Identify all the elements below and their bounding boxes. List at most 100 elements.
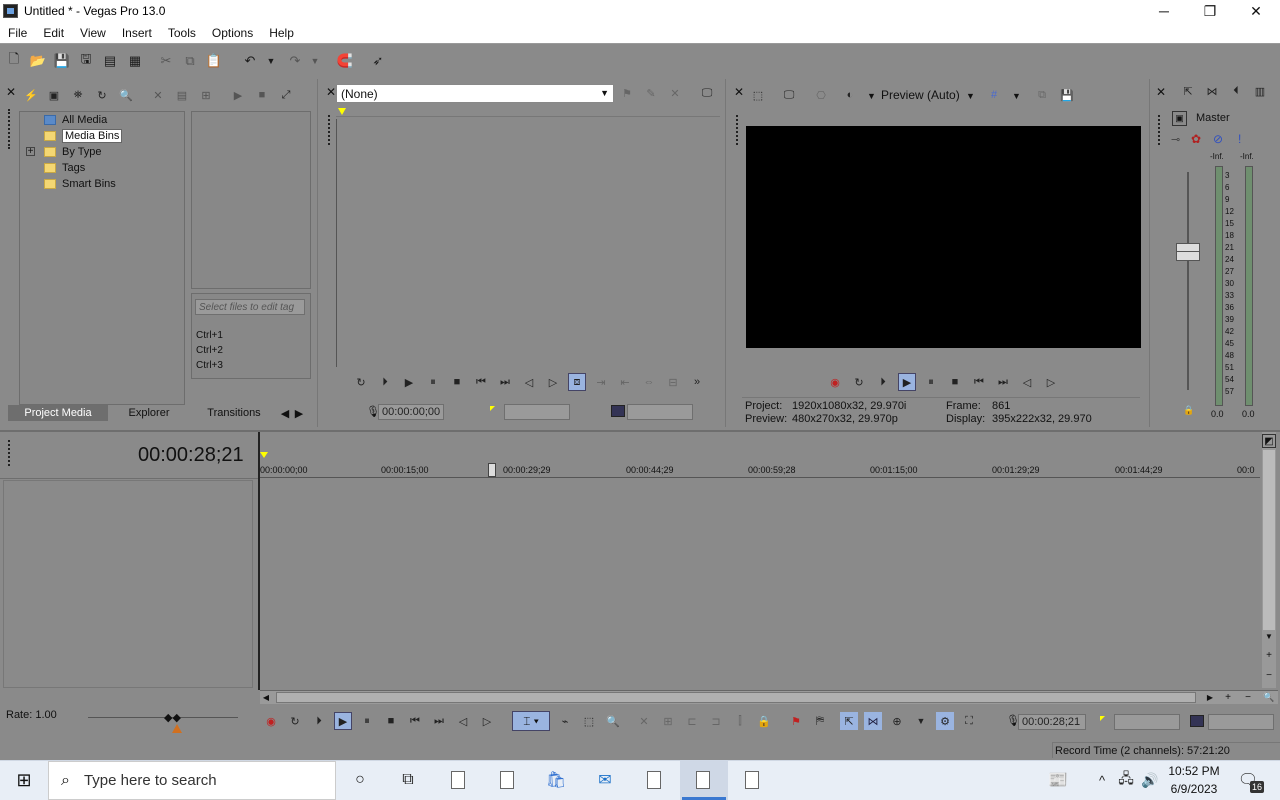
master-mute-icon[interactable]: ⊘ [1213,132,1223,146]
tab-transitions[interactable]: Transitions [190,405,278,421]
auto-ripple-icon[interactable]: ⊕ [888,712,906,730]
next-frame-icon[interactable]: ▷ [478,712,496,730]
insert-marker-icon[interactable]: ⚑ [787,712,805,730]
split-icon[interactable]: ⫿ [731,712,749,730]
scroll-right-icon[interactable]: ▶ [1204,691,1216,704]
go-to-end-icon[interactable]: ⏭ [994,373,1012,391]
playhead-handle[interactable] [488,463,496,477]
undo-dropdown-icon[interactable]: ▼ [262,52,280,70]
stop-icon[interactable]: ■ [382,712,400,730]
play-media-icon[interactable]: ▶ [229,86,247,104]
tree-item-smart-bins[interactable]: Smart Bins [44,176,116,192]
timeline-tracks-area[interactable] [260,479,1260,688]
show-hidden-icons-icon[interactable]: ^ [1090,768,1114,792]
marker-bar-icon[interactable]: ◩ [1262,434,1276,448]
tree-item-tags[interactable]: Tags [44,160,85,176]
envelope-tool-icon[interactable]: ⌁ [556,712,574,730]
scroll-left-icon[interactable]: ◀ [260,691,272,704]
more-icon[interactable]: » [688,373,706,391]
zoom-in-vertical-icon[interactable]: + [1262,650,1276,662]
record-icon[interactable]: ◉ [262,712,280,730]
task-view-icon[interactable]: ⧉ [396,768,420,792]
go-to-start-icon[interactable]: ⏮ [970,373,988,391]
previous-frame-icon[interactable]: ◁ [520,373,538,391]
dim-output-icon[interactable]: ⏴ [1227,82,1245,100]
close-master-icon[interactable]: ✕ [1156,85,1166,99]
selection-start-field[interactable] [1114,714,1180,730]
menu-insert[interactable]: Insert [114,26,160,40]
downmix-icon[interactable]: ⋈ [1203,82,1221,100]
split-screen-icon[interactable]: ◐ [841,86,859,104]
add-to-timeline-icon[interactable]: ⇥ [592,373,610,391]
chevron-down-icon[interactable]: ▼ [966,91,975,101]
tab-explorer[interactable]: Explorer [108,405,190,421]
track-list[interactable] [3,480,253,688]
cortana-icon[interactable]: ○ [348,768,372,792]
capture-video-icon[interactable]: ▣ [45,86,63,104]
play-from-start-icon[interactable]: ⏵ [310,712,328,730]
h-scroll-thumb[interactable] [276,692,1196,703]
windows-start-icon[interactable]: ⊞ [12,768,36,792]
fader-lock-icon[interactable]: 🔒 [1183,405,1194,416]
selection-length-field[interactable] [1208,714,1274,730]
preview-grip[interactable] [736,115,740,145]
remove-media-icon[interactable]: ✕ [149,86,167,104]
stop-icon[interactable]: ■ [448,373,466,391]
new-icon[interactable]: 🗋 [5,51,23,70]
redo-dropdown-icon[interactable]: ▼ [306,52,324,70]
trimmer-clear-icon[interactable]: ✕ [666,84,684,102]
media-properties-icon[interactable]: ▤ [173,86,191,104]
zoom-out-vertical-icon[interactable]: − [1262,670,1276,682]
stop-icon[interactable]: ■ [946,373,964,391]
overwrite-icon[interactable]: ⊟ [664,373,682,391]
master-fader-handle[interactable] [1176,243,1200,261]
rate-slider-track[interactable] [88,717,238,718]
refresh-icon[interactable]: ↻ [93,86,111,104]
copy-icon[interactable]: ⧉ [181,52,199,70]
save-icon[interactable]: 💾 [53,52,71,70]
in-point-field[interactable] [504,404,570,420]
copy-snapshot-icon[interactable]: ⧉ [1033,86,1051,104]
volume-icon[interactable]: 🔊 [1138,768,1162,792]
menu-tools[interactable]: Tools [160,26,204,40]
menu-view[interactable]: View [72,26,114,40]
render-icon[interactable]: ▤ [101,52,119,70]
media-list[interactable] [191,111,311,289]
tree-item-all-media[interactable]: All Media [44,112,107,128]
whats-this-help-icon[interactable]: ➶ [369,52,387,70]
enable-snapping-icon[interactable]: 🧲 [336,52,354,70]
auto-ripple-dropdown-icon[interactable]: ▼ [912,712,930,730]
close-button[interactable]: ✕ [1233,0,1279,22]
trimmer-fx-icon[interactable]: ⚑ [618,84,636,102]
taskbar-app-file-icon[interactable] [495,768,519,792]
trimmer-tool-icon[interactable]: ✎ [642,84,660,102]
add-before-cursor-icon[interactable]: ⇤ [616,373,634,391]
minimize-button[interactable]: ─ [1141,0,1187,22]
menu-edit[interactable]: Edit [35,26,72,40]
master-props-icon[interactable]: ✿ [1191,132,1201,146]
overlays-grid-icon[interactable]: # [985,86,1003,104]
record-icon[interactable]: ◉ [826,373,844,391]
trimmer-timecode[interactable]: 00:00:00;00 [378,404,444,420]
pause-icon[interactable]: ⏸ [424,373,442,391]
menu-options[interactable]: Options [204,26,261,40]
play-from-start-icon[interactable]: ⏵ [874,373,892,391]
search-media-icon[interactable]: 🔍 [117,86,135,104]
lock-icon[interactable]: 🔒 [755,712,773,730]
pause-icon[interactable]: ⏸ [922,373,940,391]
timeline-timecode[interactable]: 00:00:28;21 [1018,714,1086,730]
normal-edit-tool-icon[interactable]: ⌶ ▾ [512,711,550,731]
zoom-tool-icon[interactable]: 🔍 [604,712,622,730]
tag-input[interactable]: Select files to edit tag [195,299,305,315]
loop-icon[interactable]: ↻ [286,712,304,730]
tab-scroll-left-icon[interactable]: ◀ [278,405,292,421]
lock-envelopes-icon[interactable]: ⚙ [936,712,954,730]
next-frame-icon[interactable]: ▷ [1042,373,1060,391]
zoom-out-horizontal-icon[interactable]: − [1242,691,1254,704]
play-icon[interactable]: ▶ [898,373,916,391]
close-trimmer-icon[interactable]: ✕ [326,85,336,99]
undo-icon[interactable]: ↶ [241,52,259,70]
paste-icon[interactable]: 📋 [205,52,223,70]
close-preview-icon[interactable]: ✕ [734,85,744,99]
insert-region-icon[interactable]: ⛿ [811,712,829,730]
